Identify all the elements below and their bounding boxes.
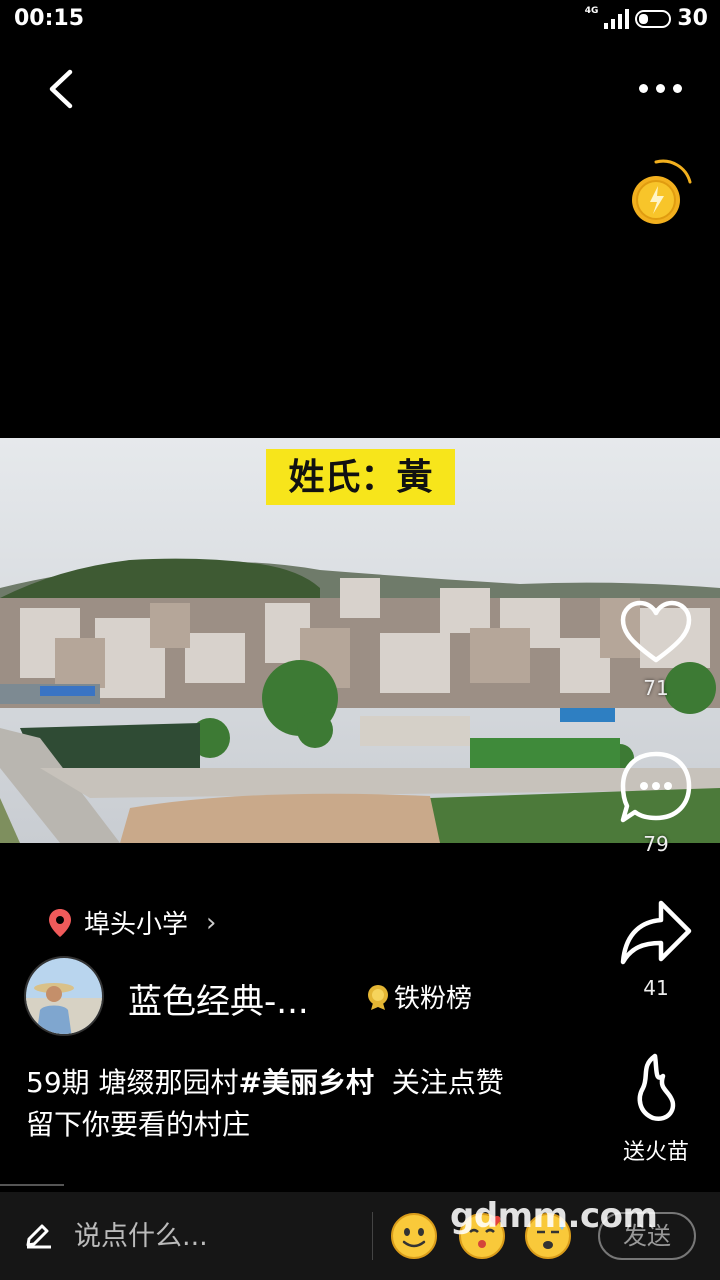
network-type: 4G <box>584 5 599 16</box>
video-caption: 59期 塘缀那园村#美丽乡村 关注点赞 留下你要看的村庄 <box>26 1062 596 1146</box>
like-button[interactable]: 71 <box>611 598 701 700</box>
comment-button[interactable]: 79 <box>611 750 701 856</box>
avatar-image <box>26 958 102 1034</box>
surname-caption: 姓氏：黃 <box>266 449 455 505</box>
author-avatar[interactable] <box>24 956 104 1036</box>
location-name: 埠头小学 <box>84 910 189 940</box>
status-time: 00:15 <box>14 6 85 31</box>
caption-text: 59期 塘缀那园村 <box>26 1066 239 1099</box>
comment-placeholder: 说点什么... <box>74 1221 208 1252</box>
signal-icon <box>604 8 630 29</box>
caption-text-suffix: 关注点赞 <box>374 1066 504 1099</box>
location-tag[interactable]: 埠头小学 › <box>48 904 216 941</box>
comment-bubble-icon <box>620 751 692 823</box>
battery-icon <box>635 9 672 28</box>
emoji-smile-button[interactable] <box>390 1212 438 1260</box>
smile-emoji-icon <box>391 1213 437 1259</box>
send-flame-button[interactable]: 送火苗 <box>611 1052 701 1166</box>
gold-coin-icon <box>632 159 692 224</box>
heart-icon <box>620 600 692 663</box>
watermark: gdmm.com <box>450 1196 658 1236</box>
like-count: 71 <box>643 676 669 700</box>
more-dot-icon <box>655 83 665 93</box>
flame-icon <box>637 1053 676 1121</box>
more-dot-icon <box>638 83 648 93</box>
more-dot-icon <box>672 83 682 93</box>
comment-count: 79 <box>643 832 669 856</box>
battery-level: 30 <box>677 6 708 31</box>
comment-input[interactable]: 说点什么... <box>24 1214 208 1253</box>
back-button[interactable] <box>40 66 86 112</box>
chevron-left-icon <box>49 69 73 109</box>
fan-rank-label: 铁粉榜 <box>394 984 473 1014</box>
share-count: 41 <box>643 976 669 1000</box>
status-bar: 00:15 4G 30 <box>0 0 720 40</box>
hashtag-link[interactable]: #美丽乡村 <box>239 1066 374 1099</box>
caption-divider <box>0 1184 64 1186</box>
location-pin-icon <box>49 908 71 937</box>
share-arrow-icon <box>620 900 692 965</box>
bar-divider <box>372 1212 373 1260</box>
send-flame-label: 送火苗 <box>622 1140 689 1165</box>
coin-reward-button[interactable] <box>626 156 696 226</box>
share-button[interactable]: 41 <box>611 898 701 1000</box>
more-options-button[interactable] <box>630 70 690 106</box>
fan-rank-button[interactable]: 铁粉榜 <box>366 978 472 1015</box>
pencil-icon <box>26 1224 51 1248</box>
status-icons: 4G 30 <box>584 5 708 32</box>
author-name[interactable]: 蓝色经典-... <box>128 974 309 1023</box>
chevron-right-icon: › <box>206 907 217 938</box>
medal-icon <box>368 984 388 1010</box>
caption-line-2: 留下你要看的村庄 <box>26 1108 251 1141</box>
